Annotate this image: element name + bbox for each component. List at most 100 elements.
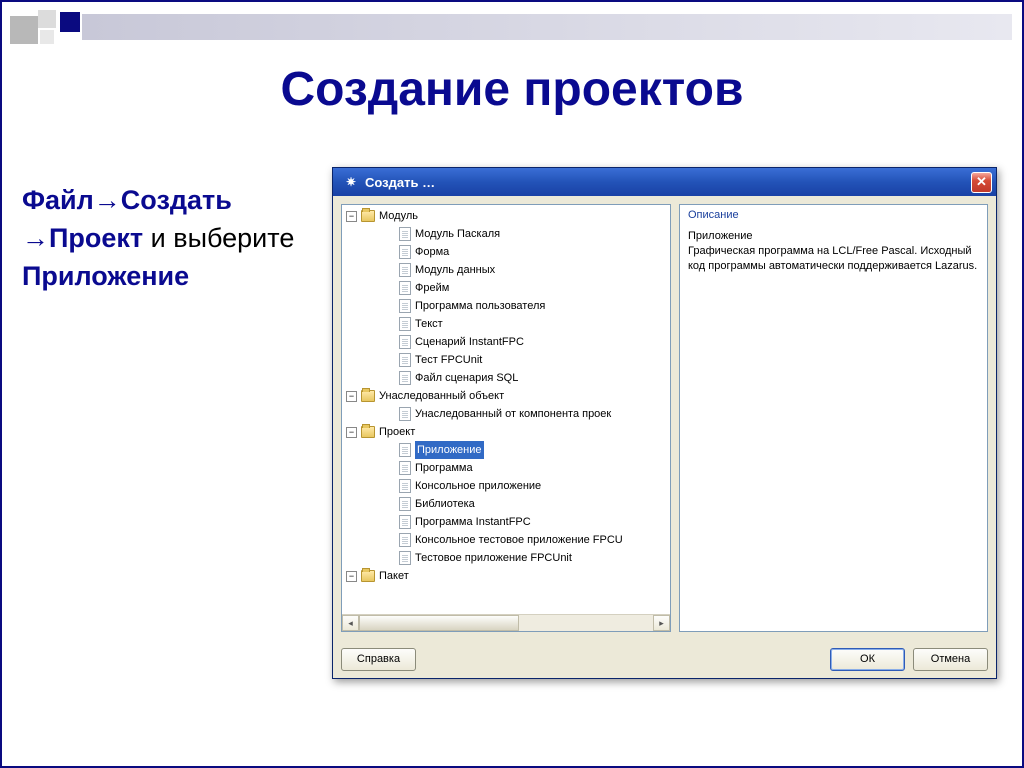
file-icon [399, 497, 411, 511]
tree-item[interactable]: Программа [346, 459, 670, 477]
tree-folder-label: Модуль [379, 207, 418, 225]
file-icon [399, 335, 411, 349]
tree-connector [346, 333, 399, 351]
description-panel: Описание Приложение Графическая программ… [679, 204, 988, 632]
tree-item[interactable]: Приложение [346, 441, 670, 459]
tree-item[interactable]: Программа пользователя [346, 297, 670, 315]
folder-icon [361, 426, 375, 438]
help-button[interactable]: Справка [341, 648, 416, 671]
tree-item[interactable]: Консольное приложение [346, 477, 670, 495]
tree-item-label: Модуль данных [415, 261, 495, 279]
tree-item[interactable]: Программа InstantFPC [346, 513, 670, 531]
tree-item-label: Сценарий InstantFPC [415, 333, 524, 351]
file-icon [399, 281, 411, 295]
tree-connector [346, 297, 399, 315]
folder-icon [361, 570, 375, 582]
tree-item[interactable]: Модуль Паскаля [346, 225, 670, 243]
instruction-text: Файл→Создать →Проект и выберите Приложен… [22, 182, 322, 295]
tree-item[interactable]: Сценарий InstantFPC [346, 333, 670, 351]
collapse-icon[interactable]: − [346, 211, 357, 222]
tree-folder[interactable]: − Модуль [346, 207, 670, 225]
horizontal-scrollbar[interactable]: ◂ ▸ [342, 614, 670, 631]
tree-folder-label: Пакет [379, 567, 409, 585]
tree-connector [346, 369, 399, 387]
tree-item-label: Библиотека [415, 495, 475, 513]
file-icon [399, 551, 411, 565]
titlebar[interactable]: ✷ Создать … ✕ [333, 168, 996, 196]
file-icon [399, 443, 411, 457]
description-title: Приложение [688, 229, 979, 244]
file-icon [399, 263, 411, 277]
tree-item[interactable]: Тест FPCUnit [346, 351, 670, 369]
tree-item-label: Тест FPCUnit [415, 351, 482, 369]
menu-path-1: Файл→Создать [22, 185, 232, 215]
tree-connector [346, 225, 399, 243]
collapse-icon[interactable]: − [346, 571, 357, 582]
tree-connector [346, 531, 399, 549]
tree-item[interactable]: Фрейм [346, 279, 670, 297]
scroll-thumb[interactable] [359, 615, 519, 631]
scroll-right-button[interactable]: ▸ [653, 615, 670, 631]
tree-connector [346, 549, 399, 567]
tree-item-label: Приложение [415, 441, 484, 459]
collapse-icon[interactable]: − [346, 391, 357, 402]
tree-item-label: Консольное приложение [415, 477, 541, 495]
tree-item[interactable]: Форма [346, 243, 670, 261]
slide-title: Создание проектов [2, 62, 1022, 117]
tree-folder[interactable]: −Проект [346, 423, 670, 441]
tree-connector [346, 459, 399, 477]
tree-item-label: Тестовое приложение FPCUnit [415, 549, 572, 567]
description-heading: Описание [688, 209, 979, 221]
tree-connector [346, 243, 399, 261]
collapse-icon[interactable]: − [346, 427, 357, 438]
tree-connector [346, 261, 399, 279]
tree-item-label: Фрейм [415, 279, 449, 297]
tree-item-label: Текст [415, 315, 443, 333]
tree-connector [346, 279, 399, 297]
instruction-middle: и выберите [143, 223, 294, 253]
tree-panel: − Модуль Модуль Паскаля Форма Модуль данн… [341, 204, 671, 632]
tree-folder[interactable]: − Пакет [346, 567, 670, 585]
description-body: Графическая программа на LCL/Free Pascal… [688, 244, 979, 274]
tree-item[interactable]: Файл сценария SQL [346, 369, 670, 387]
file-icon [399, 479, 411, 493]
file-icon [399, 533, 411, 547]
file-icon [399, 515, 411, 529]
file-icon [399, 407, 411, 421]
file-icon [399, 227, 411, 241]
dialog-title: Создать … [365, 175, 971, 190]
tree-item-label: Консольное тестовое приложение FPCU [415, 531, 623, 549]
cancel-button[interactable]: Отмена [913, 648, 988, 671]
tree-folder[interactable]: −Унаследованный объект [346, 387, 670, 405]
close-button[interactable]: ✕ [971, 172, 992, 193]
project-tree[interactable]: − Модуль Модуль Паскаля Форма Модуль данн… [342, 205, 670, 587]
file-icon [399, 317, 411, 331]
decorative-stripe [82, 14, 1012, 40]
tree-item[interactable]: Консольное тестовое приложение FPCU [346, 531, 670, 549]
file-icon [399, 245, 411, 259]
ok-button[interactable]: ОК [830, 648, 905, 671]
create-dialog: ✷ Создать … ✕ − Модуль Модуль Паскаля Фор… [332, 167, 997, 679]
tree-connector [346, 351, 399, 369]
file-icon [399, 461, 411, 475]
tree-item[interactable]: Тестовое приложение FPCUnit [346, 549, 670, 567]
menu-path-2: →Проект [22, 223, 143, 253]
slide-frame: Создание проектов Файл→Создать →Проект и… [0, 0, 1024, 768]
scroll-track[interactable] [519, 615, 653, 631]
dialog-body: − Модуль Модуль Паскаля Форма Модуль данн… [333, 196, 996, 640]
tree-item[interactable]: Унаследованный от компонента проек [346, 405, 670, 423]
tree-item-label: Унаследованный от компонента проек [415, 405, 611, 423]
instruction-target: Приложение [22, 261, 189, 291]
tree-item[interactable]: Библиотека [346, 495, 670, 513]
tree-item[interactable]: Модуль данных [346, 261, 670, 279]
tree-item-label: Модуль Паскаля [415, 225, 500, 243]
scroll-left-button[interactable]: ◂ [342, 615, 359, 631]
button-bar: Справка ОК Отмена [333, 640, 996, 678]
tree-connector [346, 495, 399, 513]
tree-item-label: Файл сценария SQL [415, 369, 518, 387]
folder-icon [361, 390, 375, 402]
tree-item-label: Программа InstantFPC [415, 513, 531, 531]
file-icon [399, 371, 411, 385]
tree-item[interactable]: Текст [346, 315, 670, 333]
tree-connector [346, 315, 399, 333]
